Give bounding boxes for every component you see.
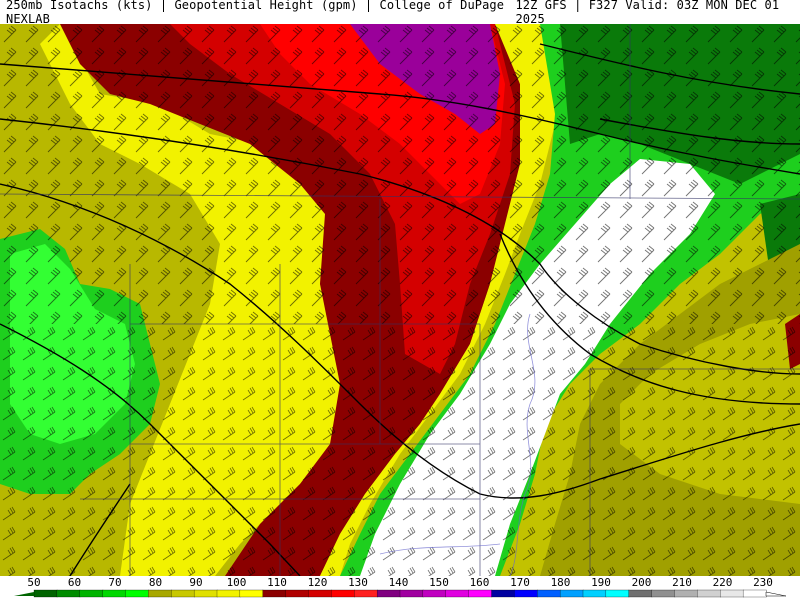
wind-barb-overlay-south — [0, 324, 800, 576]
legend-tick-label: 230 — [753, 576, 773, 589]
legend-tick-label: 200 — [632, 576, 652, 589]
header-left-title: 250mb Isotachs (kts) | Geopotential Heig… — [6, 0, 505, 26]
wind-barb-overlay-north — [0, 24, 800, 324]
legend-color-swatch — [399, 589, 424, 598]
legend-color-swatch — [56, 589, 81, 598]
legend-tick-label: 210 — [672, 576, 692, 589]
legend-color-swatch — [605, 589, 630, 598]
legend-color-swatch — [376, 589, 401, 598]
legend-color-swatch — [559, 589, 584, 598]
legend-tick-label: 60 — [68, 576, 81, 589]
legend-color-swatch — [262, 589, 287, 598]
legend-color-swatch — [514, 589, 538, 598]
legend-color-swatch — [79, 589, 104, 598]
color-scale-legend: 50 60 70 80 90 100 110 120 130 140 150 160 170 180 190… — [0, 576, 800, 600]
legend-left-arrow — [14, 592, 34, 596]
legend-color-swatch — [651, 589, 676, 598]
legend-color-swatch — [171, 589, 195, 598]
legend-tick-label: 190 — [591, 576, 611, 589]
header-right-title: 12Z GFS | F327 Valid: 03Z MON DEC 01 202… — [515, 0, 780, 26]
legend-color-swatch — [491, 589, 516, 598]
legend-color-swatch — [125, 589, 150, 598]
legend-tick-label: 90 — [189, 576, 202, 589]
legend-color-swatch — [354, 589, 378, 598]
legend-tick-label: 220 — [713, 576, 733, 589]
map-header: 250mb Isotachs (kts) | Geopotential Heig… — [0, 0, 800, 26]
legend-tick-label: 50 — [27, 576, 40, 589]
legend-color-swatch — [582, 589, 607, 598]
legend-color-swatch — [331, 589, 355, 598]
legend-tick-label: 110 — [267, 576, 287, 589]
legend-tick-label: 130 — [348, 576, 368, 589]
legend-tick-label: 100 — [227, 576, 247, 589]
legend-color-swatch — [308, 589, 333, 598]
legend-color-swatch — [468, 589, 493, 598]
legend-tick-label: 170 — [510, 576, 530, 589]
weather-map[interactable] — [0, 24, 800, 577]
legend-color-swatch — [697, 589, 721, 598]
legend-color-swatch — [148, 589, 172, 598]
legend-color-swatch — [720, 589, 744, 598]
legend-tick-label: 160 — [470, 576, 490, 589]
legend-tick-label: 150 — [429, 576, 449, 589]
legend-color-swatch — [216, 589, 241, 598]
legend-color-swatch — [285, 589, 310, 598]
legend-tick-label: 70 — [108, 576, 121, 589]
legend-right-arrow — [765, 591, 787, 597]
legend-color-swatch — [422, 589, 447, 598]
legend-color-swatch — [239, 589, 264, 598]
legend-color-swatch — [674, 589, 699, 598]
legend-tick-label: 80 — [149, 576, 162, 589]
legend-tick-label: 180 — [551, 576, 571, 589]
legend-color-swatch — [537, 589, 561, 598]
legend-tick-label: 120 — [308, 576, 328, 589]
legend-color-swatch — [445, 589, 470, 598]
legend-color-swatch — [742, 589, 767, 598]
legend-color-swatch — [102, 589, 127, 598]
legend-canvas: 50 60 70 80 90 100 110 120 130 140 150 160 170 180 190… — [14, 576, 787, 598]
map-canvas — [0, 24, 800, 577]
legend-color-swatch — [193, 589, 218, 598]
legend-tick-label: 140 — [389, 576, 409, 589]
legend-color-swatch — [628, 589, 653, 598]
legend-color-swatch — [33, 589, 58, 598]
